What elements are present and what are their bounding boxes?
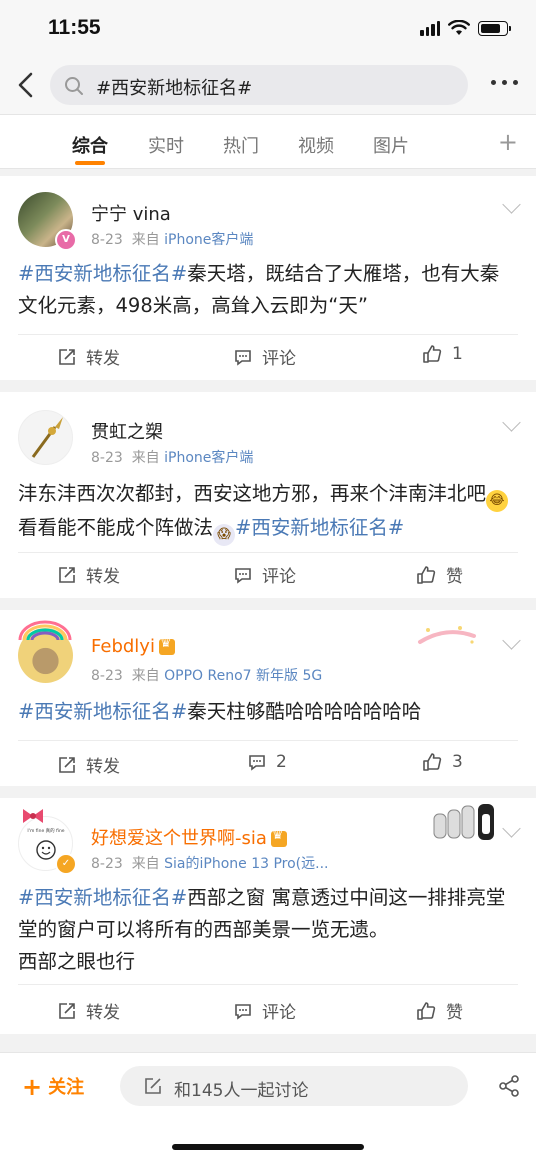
discuss-input[interactable]: 和145人一起讨论 — [120, 1066, 468, 1106]
repost-icon — [59, 348, 75, 365]
back-arrow-icon[interactable] — [14, 70, 38, 100]
tab-comprehensive[interactable]: 综合 — [72, 132, 108, 165]
discuss-label: 和145人一起讨论 — [174, 1081, 309, 1101]
tab-images[interactable]: 图片 — [373, 132, 409, 158]
comment-button[interactable]: 评论 — [234, 344, 296, 369]
post-text: 沣东沣西次次都封，西安这地方邪，再来个沣南沣北吧 😂看看能不能成个阵做法 😱 #西安新… — [18, 478, 518, 546]
avatar[interactable] — [18, 410, 73, 465]
post-text: #西安新地标征名#秦天塔，既结合了大雁塔，也有大秦文化元素，498米高，高耸入云… — [18, 262, 500, 317]
search-query: #西安新地标征名# — [96, 78, 253, 99]
repost-button[interactable]: 转发 — [58, 752, 120, 777]
status-bar: 11:55 — [0, 0, 536, 58]
tab-video[interactable]: 视频 — [298, 132, 334, 158]
comment-icon — [235, 567, 251, 584]
post-source: iPhone客户端 — [164, 450, 254, 466]
plus-icon: + — [22, 1073, 43, 1101]
search-icon — [65, 77, 83, 95]
repost-button[interactable]: 转发 — [58, 344, 120, 369]
like-button[interactable]: 3 — [422, 752, 463, 772]
crying-laugh-emoji-icon: 😂 — [486, 490, 509, 512]
share-icon[interactable] — [498, 1075, 520, 1097]
hashtag-link[interactable]: #西安新地标征名# — [18, 262, 187, 285]
bow-decoration-icon — [23, 809, 43, 823]
post-meta: 8-23 来自 OPPO Reno7 新年版 5G — [91, 668, 323, 684]
comment-button[interactable]: 评论 — [234, 562, 296, 587]
wifi-icon — [448, 20, 470, 35]
chevron-down-icon[interactable] — [502, 819, 521, 838]
username[interactable]: 好想爱这个世界啊-sia — [91, 824, 287, 850]
post-text: #西安新地标征名#秦天柱够酷哈哈哈哈哈哈哈 — [18, 700, 422, 723]
cellular-signal-icon — [420, 20, 440, 36]
comment-button[interactable]: 评论 — [234, 998, 296, 1023]
like-button[interactable]: 赞 — [416, 562, 463, 587]
verified-badge-icon: V — [55, 229, 77, 251]
comment-icon — [235, 1003, 251, 1020]
post-text: #西安新地标征名#西部之窗 寓意透过中间这一排排亮堂堂的窗户可以将所有的西部美景… — [18, 886, 506, 973]
shocked-emoji-icon: 😱 — [213, 524, 236, 546]
repost-button[interactable]: 转发 — [58, 562, 120, 587]
post-source: Sia的iPhone 13 Pro(远... — [164, 856, 329, 872]
repost-button[interactable]: 转发 — [58, 998, 120, 1023]
decoration-sparkle-icon — [418, 626, 476, 644]
chevron-down-icon[interactable] — [502, 195, 521, 214]
post-meta: 8-23 来自 iPhone客户端 — [91, 450, 254, 466]
post-meta: 8-23 来自 iPhone客户端 — [91, 232, 254, 248]
compose-icon — [145, 1078, 161, 1094]
username[interactable]: Febdlyi — [91, 636, 175, 657]
filter-tabs: 综合 实时 热门 视频 图片 + — [0, 114, 536, 169]
clock: 11:55 — [48, 16, 101, 39]
active-tab-indicator — [75, 161, 105, 165]
like-button[interactable]: 1 — [422, 344, 463, 364]
rainbow-frame-icon — [18, 620, 72, 641]
spear-icon — [31, 417, 63, 458]
comment-icon — [249, 755, 265, 771]
repost-icon — [59, 756, 75, 773]
battery-icon — [478, 20, 511, 36]
search-header: #西安新地标征名# — [0, 58, 536, 114]
thumbs-up-icon — [423, 753, 442, 771]
avatar-caption: I'm fine 真的 fine — [27, 828, 65, 834]
repost-icon — [59, 566, 75, 583]
post-card[interactable]: 贯虹之槊 8-23 来自 iPhone客户端 沣东沣西次次都封，西安这地方邪，再… — [0, 392, 536, 598]
vip-crown-icon — [158, 636, 175, 655]
repost-icon — [59, 1002, 75, 1019]
post-card[interactable]: I'm fine 真的 fine ✓ 好想爱这个世界啊-sia 8-23 来自 … — [0, 798, 536, 1034]
post-card[interactable]: V 宁宁 vina 8-23 来自 iPhone客户端 #西安新地标征名#秦天塔… — [0, 176, 536, 380]
verified-badge-icon: ✓ — [55, 853, 77, 875]
more-options-icon[interactable] — [491, 80, 518, 85]
hashtag-link[interactable]: #西安新地标征名# — [235, 516, 404, 539]
thumbs-up-icon — [417, 1001, 436, 1020]
post-source: OPPO Reno7 新年版 5G — [164, 668, 323, 684]
vip-crown-icon — [270, 828, 287, 847]
thumbs-up-icon — [423, 345, 442, 363]
penguin-decoration-icon — [433, 804, 494, 840]
post-meta: 8-23 来自 Sia的iPhone 13 Pro(远... — [91, 856, 329, 872]
bottom-action-bar: + 关注 和145人一起讨论 — [0, 1052, 536, 1161]
add-tab-icon[interactable]: + — [498, 130, 518, 154]
comment-button[interactable]: 2 — [248, 752, 287, 772]
post-source: iPhone客户端 — [164, 232, 254, 248]
username[interactable]: 宁宁 vina — [91, 200, 171, 226]
hashtag-link[interactable]: #西安新地标征名# — [18, 886, 187, 909]
chevron-down-icon[interactable] — [502, 413, 521, 432]
tab-realtime[interactable]: 实时 — [148, 132, 184, 158]
like-button[interactable]: 赞 — [416, 998, 463, 1023]
home-indicator[interactable] — [172, 1144, 364, 1150]
tab-hot[interactable]: 热门 — [223, 132, 259, 158]
hashtag-link[interactable]: #西安新地标征名# — [18, 700, 187, 723]
comment-icon — [235, 349, 251, 366]
search-input[interactable]: #西安新地标征名# — [50, 65, 468, 105]
follow-button[interactable]: + 关注 — [22, 1073, 84, 1101]
post-card[interactable]: Febdlyi 8-23 来自 OPPO Reno7 新年版 5G #西安新地标… — [0, 610, 536, 786]
chevron-down-icon[interactable] — [502, 631, 521, 650]
username[interactable]: 贯虹之槊 — [91, 418, 163, 444]
thumbs-up-icon — [417, 565, 436, 584]
